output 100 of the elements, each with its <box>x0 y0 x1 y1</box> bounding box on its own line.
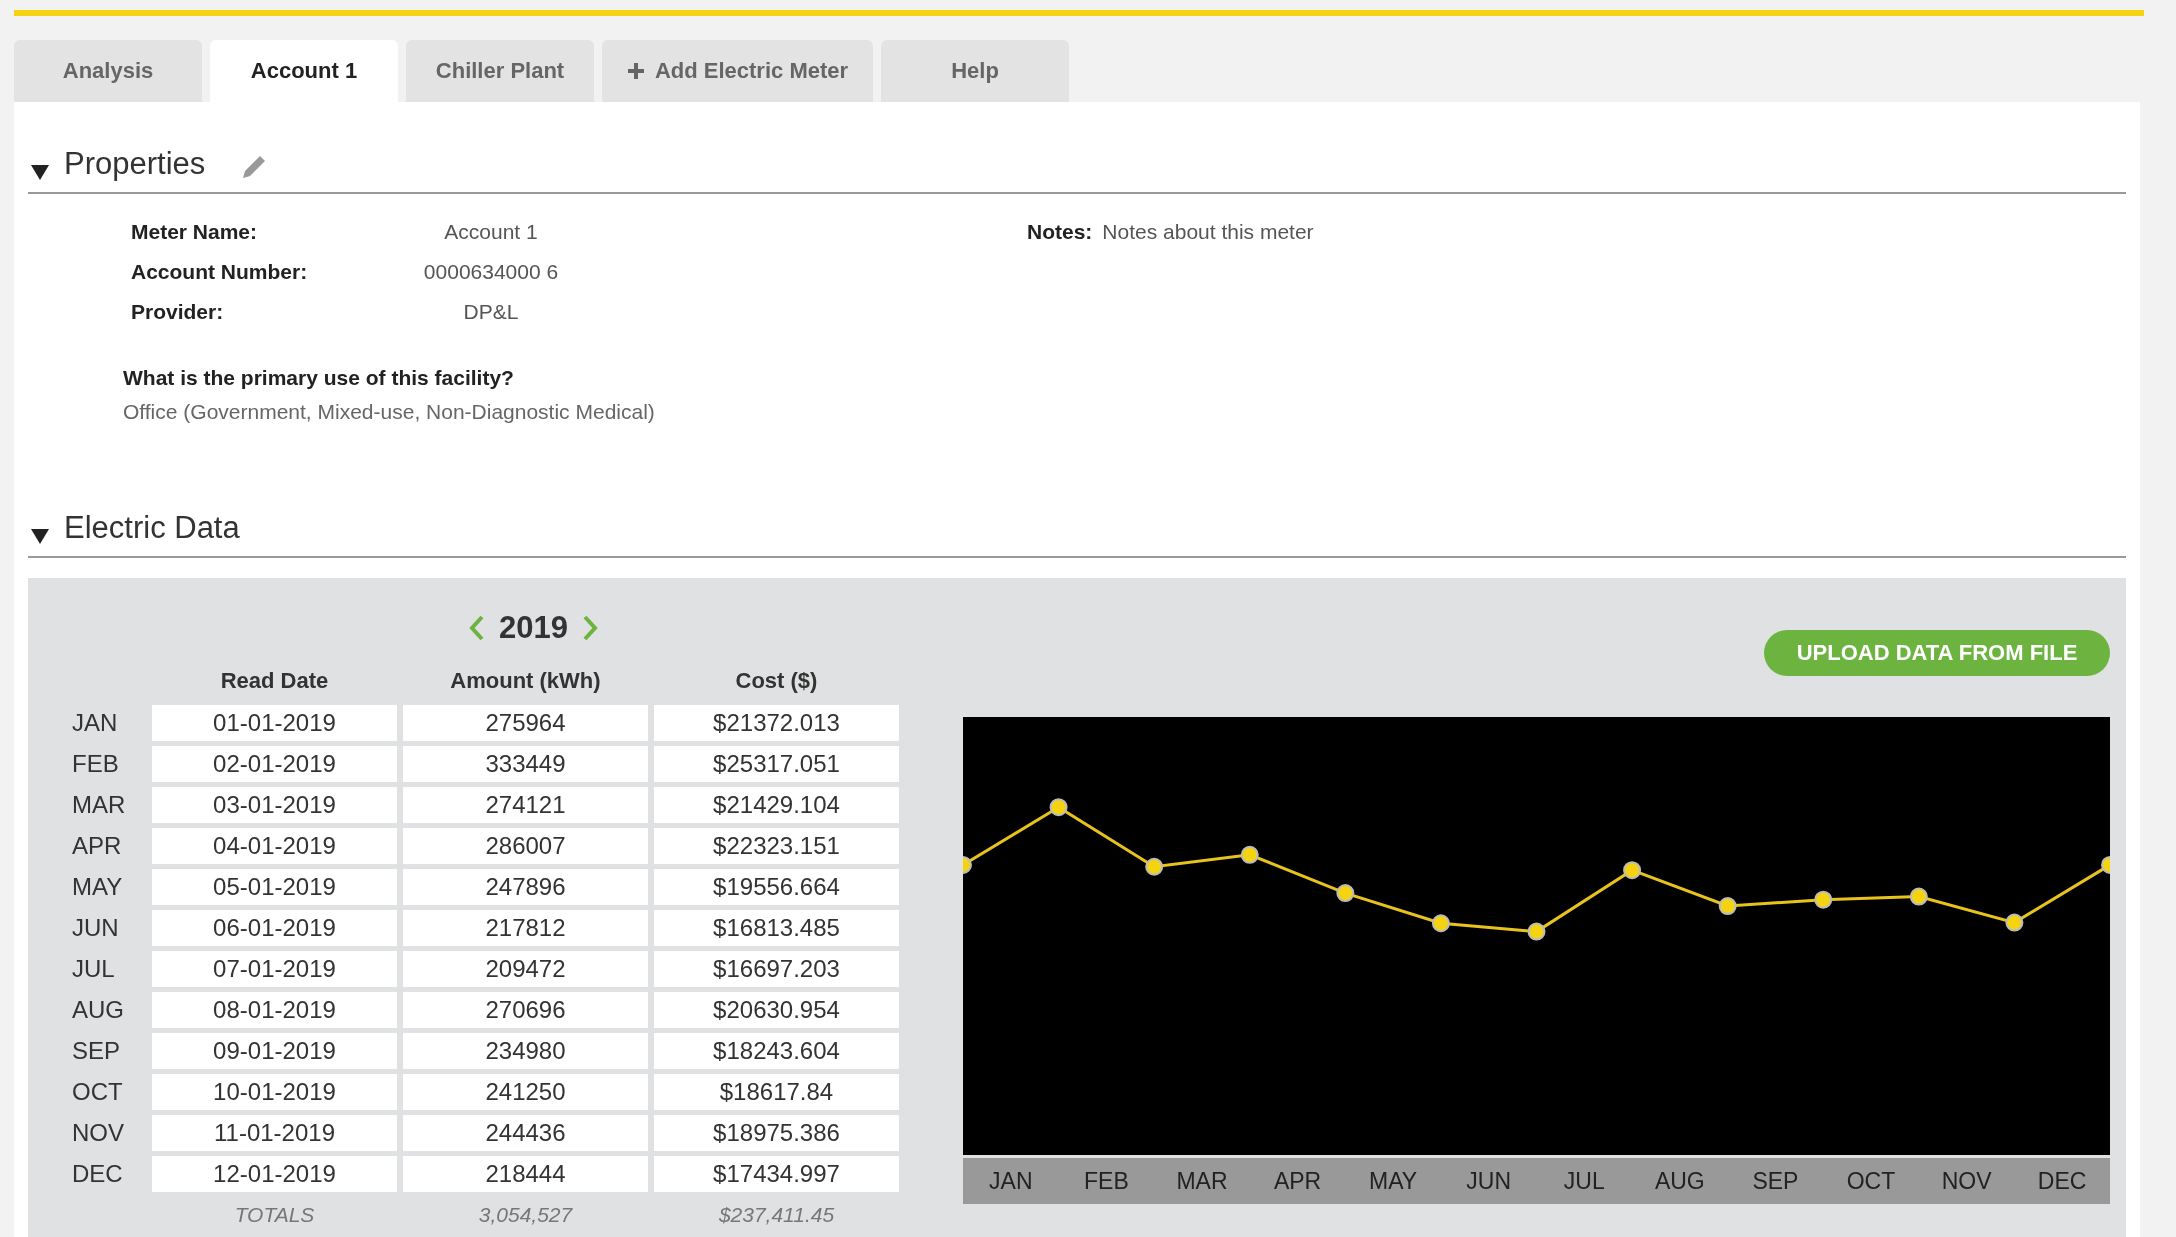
data-point <box>2005 913 2024 932</box>
table-cell: $16697.203 <box>654 951 899 987</box>
total-cost: $237,411.45 <box>717 1202 836 1228</box>
tab[interactable]: Analysis <box>14 40 202 102</box>
year-label: 2019 <box>499 610 568 646</box>
table-cell: $17434.997 <box>654 1156 899 1192</box>
table-cell: 03-01-2019 <box>152 787 397 823</box>
table-cell: $21372.013 <box>654 705 899 741</box>
axis-label: DEC <box>2036 1167 2088 1196</box>
table-cell: 07-01-2019 <box>152 951 397 987</box>
field-value: Account 1 <box>443 220 539 244</box>
data-point <box>1049 798 1068 817</box>
totals-label: TOTALS <box>233 1202 316 1228</box>
field-value: 0000634000 6 <box>422 260 560 284</box>
month-label: JUL <box>71 954 116 984</box>
table-cell: 02-01-2019 <box>152 746 397 782</box>
tab[interactable]: Add Electric Meter <box>602 40 873 102</box>
table-cell: 218444 <box>403 1156 648 1192</box>
column-header: Cost ($) <box>734 668 819 695</box>
data-point <box>1145 857 1164 876</box>
previous-year-button[interactable] <box>469 615 485 641</box>
column-header: Amount (kWh) <box>449 668 602 695</box>
table-cell: 217812 <box>403 910 648 946</box>
axis-label: APR <box>1272 1167 1323 1196</box>
data-point <box>1336 884 1355 903</box>
table-cell: 209472 <box>403 951 648 987</box>
data-point <box>2101 855 2110 874</box>
month-label: MAR <box>71 790 127 820</box>
table-cell: $19556.664 <box>654 869 899 905</box>
table-cell: 09-01-2019 <box>152 1033 397 1069</box>
table-cell: 286007 <box>403 828 648 864</box>
month-label: JAN <box>71 708 119 738</box>
section-title: Properties <box>64 146 206 182</box>
table-cell: 274121 <box>403 787 648 823</box>
table-cell: 04-01-2019 <box>152 828 397 864</box>
month-label: JUN <box>71 913 120 943</box>
data-point <box>1527 922 1546 941</box>
column-header: Read Date <box>219 668 330 695</box>
tab[interactable]: Help <box>881 40 1069 102</box>
notes-label: Notes: <box>1027 220 1093 245</box>
month-label: SEP <box>71 1036 122 1066</box>
data-point <box>963 855 972 874</box>
tab[interactable]: Chiller Plant <box>406 40 594 102</box>
table-cell: 05-01-2019 <box>152 869 397 905</box>
table-cell: $18975.386 <box>654 1115 899 1151</box>
field-value: DP&L <box>462 300 520 324</box>
table-cell: 01-01-2019 <box>152 705 397 741</box>
next-year-button[interactable] <box>582 615 598 641</box>
table-cell: 06-01-2019 <box>152 910 397 946</box>
axis-label: MAY <box>1368 1167 1419 1196</box>
notes-value: Notes about this meter <box>1102 220 1314 245</box>
month-label: AUG <box>71 995 125 1025</box>
question-answer: Office (Government, Mixed-use, Non-Diagnostic Medical) <box>123 400 656 424</box>
axis-label: NOV <box>1940 1167 1993 1196</box>
axis-label: AUG <box>1653 1167 1706 1196</box>
table-cell: $22323.151 <box>654 828 899 864</box>
month-label: OCT <box>71 1077 124 1107</box>
table-cell: $18617.84 <box>654 1074 899 1110</box>
table-cell: $20630.954 <box>654 992 899 1028</box>
tab[interactable]: Account 1 <box>210 40 398 102</box>
field-label: Account Number: <box>131 260 309 284</box>
table-cell: 247896 <box>403 869 648 905</box>
axis-label: JAN <box>988 1167 1034 1196</box>
data-point <box>1623 861 1642 880</box>
month-label: MAY <box>71 872 124 902</box>
total-amount: 3,054,527 <box>477 1202 574 1228</box>
chevron-left-icon <box>469 615 485 641</box>
month-label: APR <box>71 831 123 861</box>
axis-label: MAR <box>1175 1167 1229 1196</box>
axis-label: JUL <box>1562 1167 1606 1196</box>
table-cell: $25317.051 <box>654 746 899 782</box>
plus-icon <box>626 62 645 80</box>
month-label: NOV <box>71 1118 125 1148</box>
question-label: What is the primary use of this facility? <box>123 366 515 390</box>
table-cell: 10-01-2019 <box>152 1074 397 1110</box>
table-cell: 270696 <box>403 992 648 1028</box>
data-point <box>1240 845 1259 864</box>
field-label: Meter Name: <box>131 220 259 244</box>
upload-button[interactable]: UPLOAD DATA FROM FILE <box>1764 630 2110 676</box>
chevron-right-icon <box>582 615 598 641</box>
section-title: Electric Data <box>64 510 240 546</box>
table-cell: 275964 <box>403 705 648 741</box>
month-label: FEB <box>71 749 120 779</box>
field-label: Provider: <box>131 300 225 324</box>
table-cell: 11-01-2019 <box>152 1115 397 1151</box>
table-cell: 12-01-2019 <box>152 1156 397 1192</box>
table-cell: $18243.604 <box>654 1033 899 1069</box>
table-cell: 08-01-2019 <box>152 992 397 1028</box>
axis-label: SEP <box>1751 1167 1800 1196</box>
table-cell: $16813.485 <box>654 910 899 946</box>
data-point <box>1814 890 1833 909</box>
table-cell: 234980 <box>403 1033 648 1069</box>
axis-label: OCT <box>1845 1167 1897 1196</box>
table-cell: 241250 <box>403 1074 648 1110</box>
data-point <box>1909 887 1928 906</box>
data-point <box>1431 914 1450 933</box>
table-cell: 244436 <box>403 1115 648 1151</box>
table-cell: 333449 <box>403 746 648 782</box>
axis-label: JUN <box>1465 1167 1513 1196</box>
axis-label: FEB <box>1083 1167 1130 1196</box>
